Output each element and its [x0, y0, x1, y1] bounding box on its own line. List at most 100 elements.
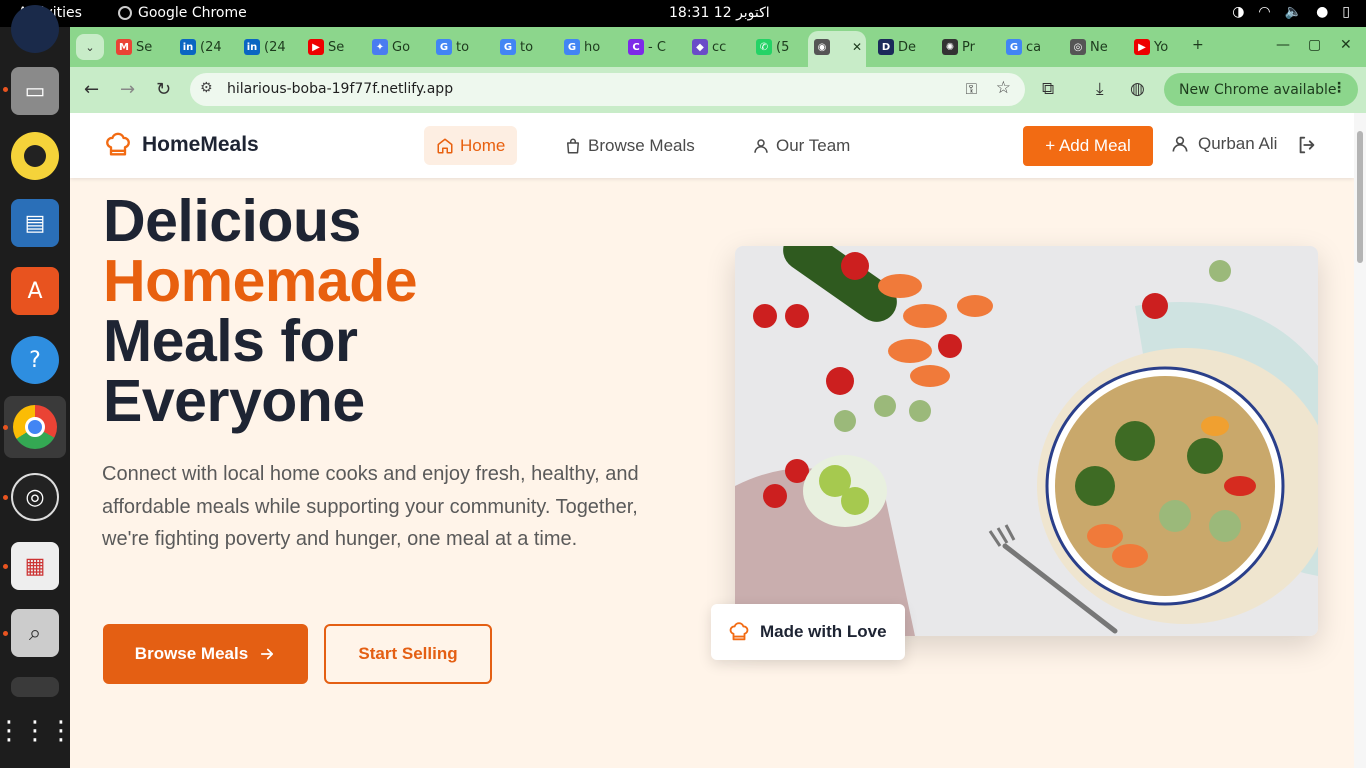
- user-icon: [754, 138, 768, 153]
- tab-title: ho: [584, 39, 601, 55]
- browser-tab[interactable]: in (24: [238, 35, 286, 59]
- document-viewer-icon[interactable]: ▦: [11, 542, 59, 590]
- browser-tab[interactable]: Gto: [430, 35, 469, 59]
- browser-tab[interactable]: ✺ Pr: [936, 35, 975, 59]
- browser-tab[interactable]: Gho: [558, 35, 600, 59]
- tab-title: (24: [264, 39, 286, 55]
- close-tab-icon[interactable]: ✕: [852, 40, 862, 54]
- gemini-icon: ✦: [372, 39, 388, 55]
- browser-tab[interactable]: D De: [872, 35, 916, 59]
- close-window-button[interactable]: ✕: [1340, 37, 1352, 53]
- app-center-icon[interactable]: A: [11, 267, 59, 315]
- reload-button[interactable]: ↻: [156, 79, 171, 100]
- forward-button[interactable]: →: [120, 79, 135, 100]
- extensions-icon[interactable]: ⧉: [1042, 79, 1054, 99]
- google-icon: G: [564, 39, 580, 55]
- rhythmbox-icon[interactable]: [11, 132, 59, 180]
- profile-avatar-icon[interactable]: ◍: [1130, 79, 1145, 99]
- bookmark-star-icon[interactable]: ☆: [996, 78, 1011, 98]
- browser-tab[interactable]: ◆ cc: [686, 35, 726, 59]
- running-indicator: [3, 87, 8, 92]
- url-text[interactable]: hilarious-boba-19f77f.netlify.app: [227, 81, 453, 97]
- web-page: HomeMeals Home Browse Meals Our Team + A…: [70, 113, 1354, 768]
- tab-search-button[interactable]: ⌄: [76, 34, 104, 60]
- linkedin-icon: in: [180, 39, 196, 55]
- scrollbar-thumb[interactable]: [1357, 131, 1363, 263]
- hero-title: Delicious Homemade Meals for Everyone: [103, 188, 418, 431]
- shopping-bag-icon: [567, 138, 579, 153]
- menu-kebab-icon[interactable]: ⋮: [1332, 80, 1346, 96]
- page-scrollbar[interactable]: [1354, 113, 1366, 768]
- browser-tab[interactable]: M Se: [110, 35, 152, 59]
- nav-our-team[interactable]: Our Team: [740, 126, 862, 165]
- help-icon[interactable]: ?: [11, 336, 59, 384]
- browser-tab[interactable]: C- C: [622, 35, 666, 59]
- download-icon[interactable]: ⤓: [1096, 79, 1104, 99]
- microphone-icon: ●: [1316, 4, 1329, 20]
- food-illustration: [735, 246, 1318, 636]
- chef-hat-icon: [106, 132, 130, 156]
- password-key-icon[interactable]: ⚿: [966, 80, 977, 98]
- writer-icon[interactable]: ▤: [11, 199, 59, 247]
- browse-meals-button[interactable]: Browse Meals: [103, 624, 308, 684]
- user-icon: [1172, 136, 1188, 152]
- globe-icon: ◉: [814, 39, 830, 55]
- obs-icon[interactable]: ◎: [11, 473, 59, 521]
- address-bar[interactable]: ⚙ hilarious-boba-19f77f.netlify.app ⚿ ☆: [190, 73, 1025, 106]
- show-apps-icon[interactable]: ⋮⋮⋮: [0, 707, 74, 755]
- linkedin-icon: in: [244, 39, 260, 55]
- brand-logo[interactable]: HomeMeals: [104, 131, 259, 159]
- hero-title-line1: Delicious: [103, 188, 361, 254]
- minimize-button[interactable]: —: [1276, 37, 1290, 53]
- battery-icon: ▯: [1342, 4, 1350, 20]
- browser-tab[interactable]: Gto: [494, 35, 533, 59]
- wifi-icon: ◠: [1258, 4, 1271, 20]
- clock[interactable]: 18:31 12 اکتوبر: [669, 5, 770, 21]
- chrome-icon: [118, 6, 132, 20]
- made-with-love-badge: Made with Love: [711, 604, 905, 660]
- tab-title: - C: [648, 39, 666, 55]
- app-menu-label: Google Chrome: [138, 5, 247, 21]
- browser-toolbar: ← → ↻ ⚙ hilarious-boba-19f77f.netlify.ap…: [70, 67, 1366, 113]
- running-indicator: [3, 495, 8, 500]
- nav-browse-label: Browse Meals: [588, 135, 695, 155]
- user-name: Qurban Ali: [1198, 134, 1278, 153]
- browser-tab[interactable]: ✦ Go: [366, 35, 410, 59]
- search-tool-icon[interactable]: ⌕: [11, 609, 59, 657]
- browser-tab[interactable]: Gca: [1000, 35, 1041, 59]
- browser-tab[interactable]: ✆ (5: [750, 35, 789, 59]
- hero-food-image: [735, 246, 1318, 636]
- dock-partial-app-icon[interactable]: [11, 5, 59, 53]
- nav-home[interactable]: Home: [424, 126, 518, 165]
- system-tray[interactable]: ◑ ◠ 🔈 ● ▯: [1232, 4, 1350, 20]
- browse-meals-label: Browse Meals: [134, 644, 249, 663]
- start-selling-button[interactable]: Start Selling: [324, 624, 492, 684]
- youtube-icon: ▶: [1134, 39, 1150, 55]
- maximize-button[interactable]: ▢: [1308, 37, 1321, 53]
- tab-title: Yo: [1154, 39, 1169, 55]
- back-button[interactable]: ←: [84, 79, 99, 100]
- google-icon: G: [1006, 39, 1022, 55]
- new-tab-button[interactable]: +: [1192, 37, 1204, 53]
- site-info-icon[interactable]: ⚙: [200, 80, 213, 96]
- tab-title: (5: [776, 39, 790, 55]
- update-chrome-label: New Chrome available: [1179, 81, 1337, 98]
- gmail-icon: M: [116, 39, 132, 55]
- add-meal-button[interactable]: + Add Meal: [1023, 126, 1153, 166]
- files-icon[interactable]: ▭: [11, 67, 59, 115]
- trash-icon[interactable]: [11, 677, 59, 697]
- system-top-bar: Activities Google Chrome 18:31 12 اکتوبر…: [0, 0, 1366, 27]
- arrow-right-icon: [261, 648, 274, 660]
- user-profile[interactable]: Qurban Ali: [1170, 134, 1277, 154]
- app-menu[interactable]: Google Chrome: [118, 5, 247, 21]
- logout-button[interactable]: [1296, 134, 1318, 160]
- browser-tab[interactable]: ◎ Ne: [1064, 35, 1108, 59]
- badge-label: Made with Love: [760, 622, 887, 641]
- browser-tab[interactable]: ▶ Yo: [1128, 35, 1168, 59]
- chrome-dock-icon[interactable]: [4, 396, 66, 458]
- browser-tab[interactable]: in (24: [174, 35, 222, 59]
- update-chrome-button[interactable]: New Chrome available ⋮: [1164, 73, 1358, 106]
- nav-browse-meals[interactable]: Browse Meals: [552, 126, 707, 165]
- browser-tab[interactable]: ◉ ✕: [808, 35, 862, 59]
- browser-tab[interactable]: ▶ Se: [302, 35, 344, 59]
